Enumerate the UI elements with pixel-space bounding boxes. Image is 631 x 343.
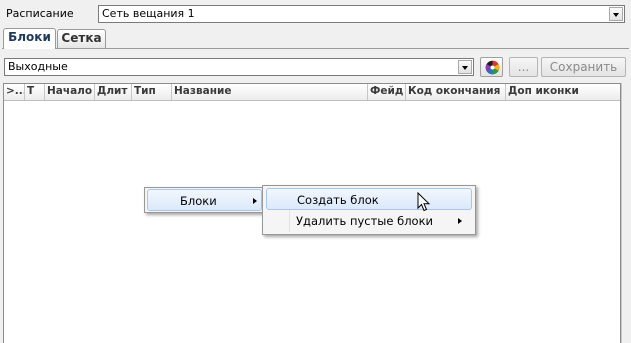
save-button[interactable]: Сохранить [541, 57, 626, 77]
column-header-name[interactable]: Название [172, 84, 368, 100]
menu-item-create-block-label: Создать блок [297, 193, 379, 207]
column-header-duration[interactable]: Длит [95, 84, 132, 100]
chevron-down-icon[interactable] [458, 60, 472, 74]
schedule-label: Расписание [6, 7, 74, 20]
menu-item-create-block[interactable]: Создать блок [266, 188, 472, 210]
color-button[interactable] [480, 57, 503, 77]
schedule-select-value: Сеть вещания 1 [102, 7, 195, 20]
grid-header: >... Т Начало Длит Тип Название Фейд Код… [4, 84, 620, 101]
column-header-extra-icons[interactable]: Доп иконки [506, 84, 620, 100]
submenu-arrow-icon [458, 218, 462, 224]
more-button[interactable]: ... [509, 57, 538, 77]
tab-grid[interactable]: Сетка [57, 29, 106, 48]
column-header-end-code[interactable]: Код окончания [406, 84, 506, 100]
menu-item-blocks[interactable]: Блоки [147, 189, 262, 211]
column-header-start[interactable]: Начало [45, 84, 95, 100]
day-type-select-value: Выходные [8, 60, 68, 73]
menu-item-delete-empty-blocks-label: Удалить пустые блоки [296, 214, 434, 228]
tab-divider [2, 48, 629, 49]
chevron-down-icon[interactable] [609, 7, 623, 21]
column-header-t[interactable]: Т [25, 84, 45, 100]
context-menu: Блоки [144, 187, 265, 213]
menu-item-delete-empty-blocks[interactable]: Удалить пустые блоки [266, 210, 472, 232]
column-header-expand[interactable]: >... [4, 84, 25, 100]
color-palette-icon [485, 60, 500, 75]
window-edge [621, 83, 631, 343]
tab-blocks[interactable]: Блоки [3, 28, 56, 49]
submenu-arrow-icon [253, 198, 257, 204]
day-type-select[interactable]: Выходные [4, 58, 474, 76]
column-header-type[interactable]: Тип [132, 84, 172, 100]
schedule-select[interactable]: Сеть вещания 1 [98, 5, 625, 23]
menu-item-blocks-label: Блоки [180, 194, 217, 208]
blocks-submenu: Создать блок Удалить пустые блоки [262, 185, 476, 235]
column-header-fade[interactable]: Фейд [368, 84, 406, 100]
mouse-cursor-icon [417, 192, 431, 212]
